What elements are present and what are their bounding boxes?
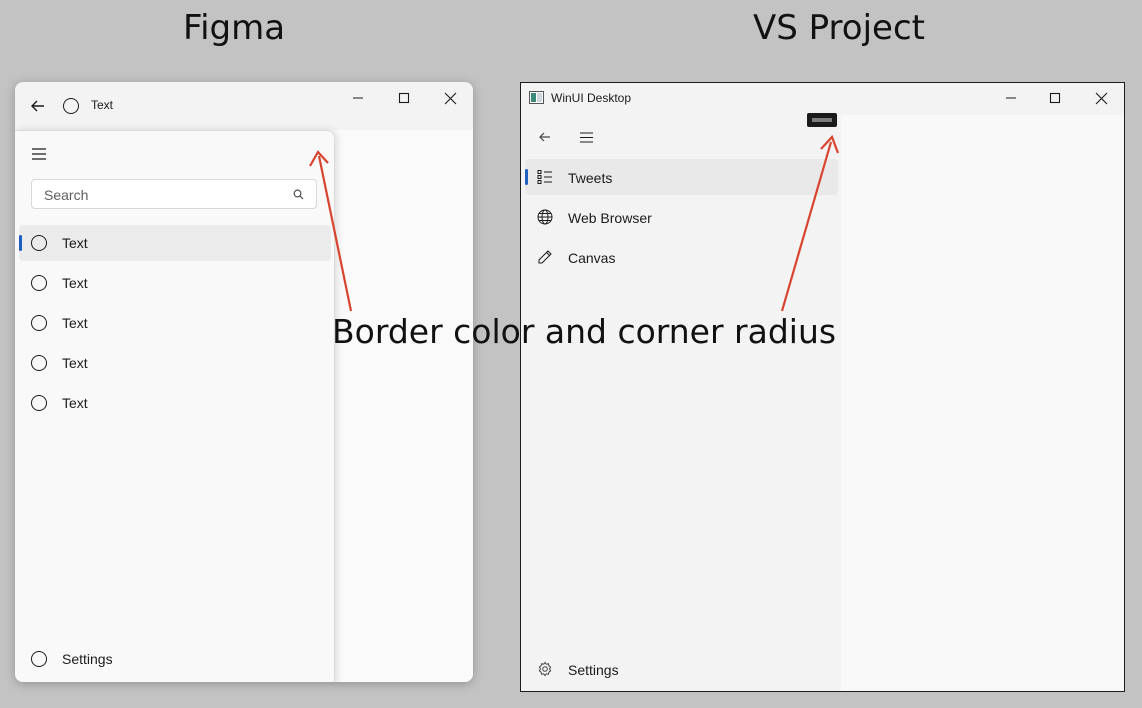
arrow-right	[780, 134, 840, 312]
annotation-text: Border color and corner radius	[332, 312, 837, 351]
annotation-arrows	[309, 134, 840, 312]
arrow-left	[309, 150, 353, 312]
